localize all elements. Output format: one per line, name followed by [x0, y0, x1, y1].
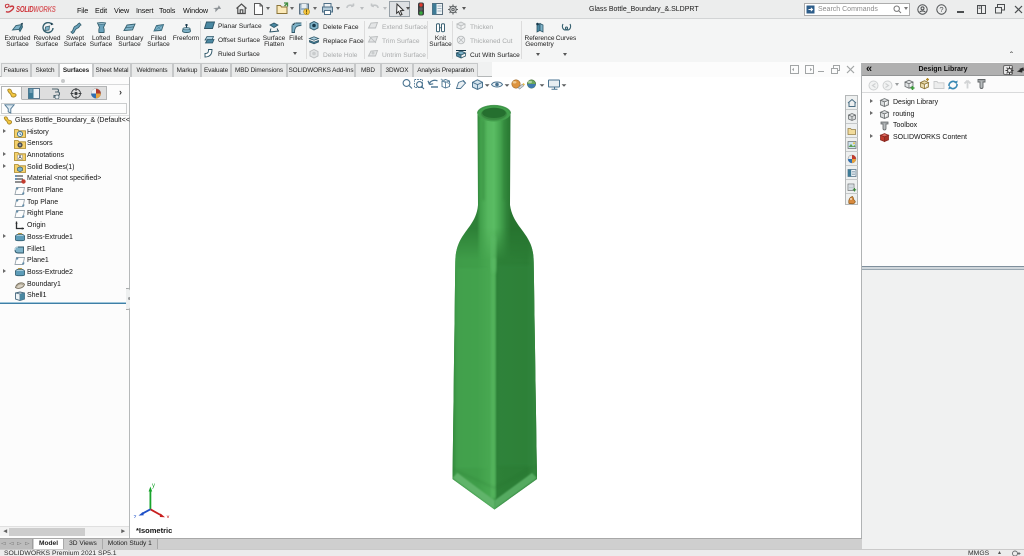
svg-text:z: z	[134, 515, 137, 518]
svg-text:y: y	[152, 483, 155, 489]
svg-text:x: x	[167, 515, 170, 518]
svg-text:?: ?	[939, 5, 943, 14]
svg-text:!: !	[306, 9, 308, 16]
